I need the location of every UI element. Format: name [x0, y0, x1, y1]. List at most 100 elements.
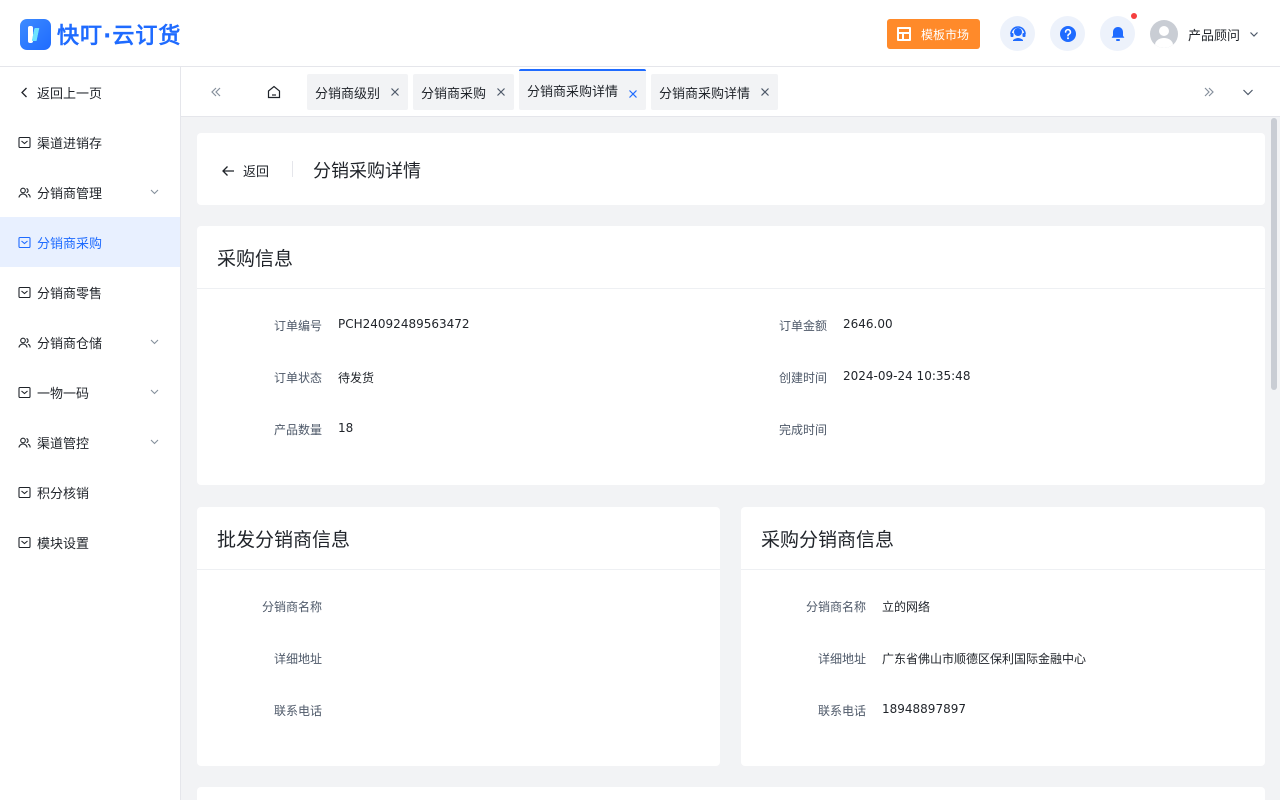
tab-label: 分销商采购详情 [527, 85, 619, 100]
divider [741, 569, 1265, 570]
tab-distributor-purchase-detail-active[interactable]: 分销商采购详情 [519, 69, 646, 110]
help-icon [1059, 25, 1076, 42]
distributor-name-label: 分销商名称 [261, 600, 322, 614]
tab-distributor-level[interactable]: 分销商级别 [307, 74, 408, 110]
sidebar-item-label: 返回上一页 [37, 86, 103, 102]
notification-button[interactable] [1100, 16, 1135, 51]
help-button[interactable] [1050, 16, 1085, 51]
close-icon[interactable] [390, 87, 400, 97]
order-no-label: 订单编号 [273, 319, 322, 333]
sidebar-item-points-redemption[interactable]: 积分核销 [0, 467, 180, 517]
back-button[interactable]: 返回 [221, 161, 269, 180]
close-icon[interactable] [628, 89, 638, 99]
sidebar-item-label: 分销商管理 [37, 186, 103, 202]
chevron-down-icon [150, 339, 159, 345]
box-icon [18, 136, 31, 148]
chevron-down-icon[interactable] [1240, 84, 1256, 100]
sidebar-item-distributor-purchase[interactable]: 分销商采购 [0, 217, 180, 267]
double-chevron-left-icon[interactable] [208, 84, 224, 100]
top-header: 快叮·云订货 模板市场 产品顾问 [0, 0, 1280, 67]
divider [197, 569, 720, 570]
notification-badge [1131, 13, 1137, 19]
divider [292, 161, 293, 177]
page-header-card: 返回 分销采购详情 [197, 133, 1265, 205]
sidebar-item-distributor-retail[interactable]: 分销商零售 [0, 267, 180, 317]
divider [197, 288, 1265, 289]
finished-time-label: 完成时间 [778, 423, 827, 437]
sidebar-item-distributor-management[interactable]: 分销商管理 [0, 167, 180, 217]
tab-bar: 分销商级别 分销商采购 分销商采购详情 分销商采购详情 [181, 67, 1280, 117]
template-market-button[interactable]: 模板市场 [887, 19, 980, 49]
address-label: 详细地址 [273, 652, 322, 666]
sidebar: 返回上一页 渠道进销存 分销商管理 分销商采购 分销商零售 分销商仓储 一物一码… [0, 67, 181, 800]
phone-label: 联系电话 [817, 704, 866, 718]
sidebar-item-label: 渠道进销存 [37, 136, 103, 152]
buyer-distributor-card: 采购分销商信息 分销商名称 立的网络 详细地址 广东省佛山市顺德区保利国际金融中… [741, 507, 1265, 766]
app-logo[interactable]: 快叮·云订货 [20, 18, 181, 50]
box-icon [18, 386, 31, 398]
logo-text: 快叮·云订货 [57, 24, 182, 49]
tab-label: 分销商采购 [421, 86, 487, 102]
sidebar-item-label: 积分核销 [37, 486, 90, 502]
sidebar-item-one-item-one-code[interactable]: 一物一码 [0, 367, 180, 417]
double-chevron-right-icon[interactable] [1201, 84, 1217, 100]
back-label: 返回 [243, 165, 270, 180]
section-title: 采购分销商信息 [761, 529, 895, 551]
sidebar-item-module-settings[interactable]: 模块设置 [0, 517, 180, 567]
address-value: 广东省佛山市顺德区保利国际金融中心 [882, 652, 1087, 666]
wholesale-distributor-card: 批发分销商信息 分销商名称 详细地址 联系电话 [197, 507, 720, 766]
users-icon [18, 187, 31, 198]
sidebar-item-label: 分销商采购 [37, 236, 103, 252]
scrollbar[interactable] [1271, 118, 1277, 390]
sidebar-item-channel-inventory[interactable]: 渠道进销存 [0, 117, 180, 167]
purchase-info-card: 采购信息 订单编号 PCH24092489563472 订单金额 2646.00… [197, 226, 1265, 485]
page-title: 分销采购详情 [313, 161, 421, 182]
sidebar-item-distributor-storage[interactable]: 分销商仓储 [0, 317, 180, 367]
support-icon [1009, 25, 1026, 41]
phone-label: 联系电话 [273, 704, 322, 718]
box-icon [18, 536, 31, 548]
section-title: 采购信息 [217, 248, 294, 270]
bell-icon [1111, 26, 1124, 41]
sidebar-item-channel-control[interactable]: 渠道管控 [0, 417, 180, 467]
created-time-label: 创建时间 [778, 371, 827, 385]
sidebar-item-back[interactable]: 返回上一页 [0, 67, 180, 117]
amount-value: 2646.00 [843, 317, 893, 331]
sidebar-item-label: 分销商仓储 [37, 336, 103, 352]
amount-label: 订单金额 [778, 319, 827, 333]
users-icon [18, 337, 31, 348]
status-label: 订单状态 [273, 371, 322, 385]
chevron-down-icon [150, 439, 159, 445]
template-market-label: 模板市场 [921, 27, 970, 42]
sidebar-item-label: 分销商零售 [37, 286, 103, 302]
chevron-down-icon [150, 189, 159, 195]
status-value: 待发货 [338, 371, 375, 385]
box-icon [18, 286, 31, 298]
close-icon[interactable] [496, 87, 506, 97]
tab-distributor-purchase[interactable]: 分销商采购 [413, 74, 514, 110]
tab-label: 分销商采购详情 [659, 86, 751, 102]
distributor-name-value: 立的网络 [882, 600, 931, 614]
distributor-name-label: 分销商名称 [805, 600, 866, 614]
home-icon[interactable] [266, 84, 282, 100]
box-icon [18, 236, 31, 248]
close-icon[interactable] [760, 87, 770, 97]
box-icon [18, 486, 31, 498]
avatar [1150, 20, 1178, 48]
address-label: 详细地址 [817, 652, 866, 666]
arrow-left-icon [222, 165, 234, 176]
support-button[interactable] [1000, 16, 1035, 51]
created-time-value: 2024-09-24 10:35:48 [843, 369, 971, 383]
chevron-left-icon [21, 87, 27, 97]
tab-label: 分销商级别 [315, 86, 381, 102]
chevron-down-icon [150, 389, 159, 395]
section-title: 批发分销商信息 [217, 529, 351, 551]
user-name: 产品顾问 [1188, 28, 1241, 44]
sidebar-item-label: 模块设置 [37, 536, 90, 552]
sidebar-item-label: 渠道管控 [37, 436, 90, 452]
user-menu[interactable]: 产品顾问 [1150, 20, 1260, 48]
sidebar-item-label: 一物一码 [37, 386, 90, 402]
quantity-value: 18 [338, 421, 354, 435]
chevron-down-icon [1250, 32, 1258, 37]
tab-distributor-purchase-detail[interactable]: 分销商采购详情 [651, 74, 778, 110]
